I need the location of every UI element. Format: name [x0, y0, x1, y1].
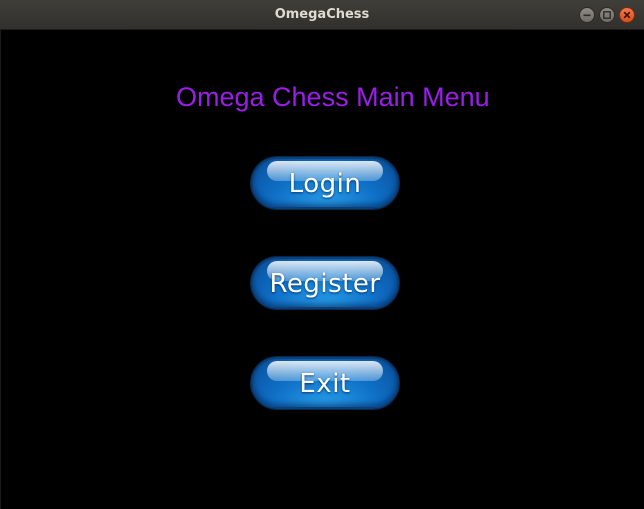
close-button[interactable]: [619, 7, 635, 23]
exit-button-label: Exit: [299, 369, 351, 399]
minimize-icon: [583, 14, 591, 17]
minimize-button[interactable]: [579, 7, 595, 23]
window-controls: [579, 7, 635, 23]
register-button[interactable]: Register: [251, 257, 399, 309]
maximize-button[interactable]: [599, 7, 615, 23]
exit-button[interactable]: Exit: [251, 357, 399, 409]
login-button[interactable]: Login: [251, 157, 399, 209]
register-button-label: Register: [269, 269, 381, 299]
close-icon: [623, 11, 631, 19]
window-title: OmegaChess: [274, 7, 370, 22]
page-title: Omega Chess Main Menu: [176, 82, 490, 112]
title-bar[interactable]: OmegaChess: [0, 0, 644, 30]
login-button-label: Login: [288, 169, 362, 199]
app-window: OmegaChess Omega Chess Main Menu Login R…: [0, 0, 644, 509]
main-menu-panel: Omega Chess Main Menu Login Register Exi…: [0, 30, 644, 509]
maximize-icon: [603, 11, 611, 19]
